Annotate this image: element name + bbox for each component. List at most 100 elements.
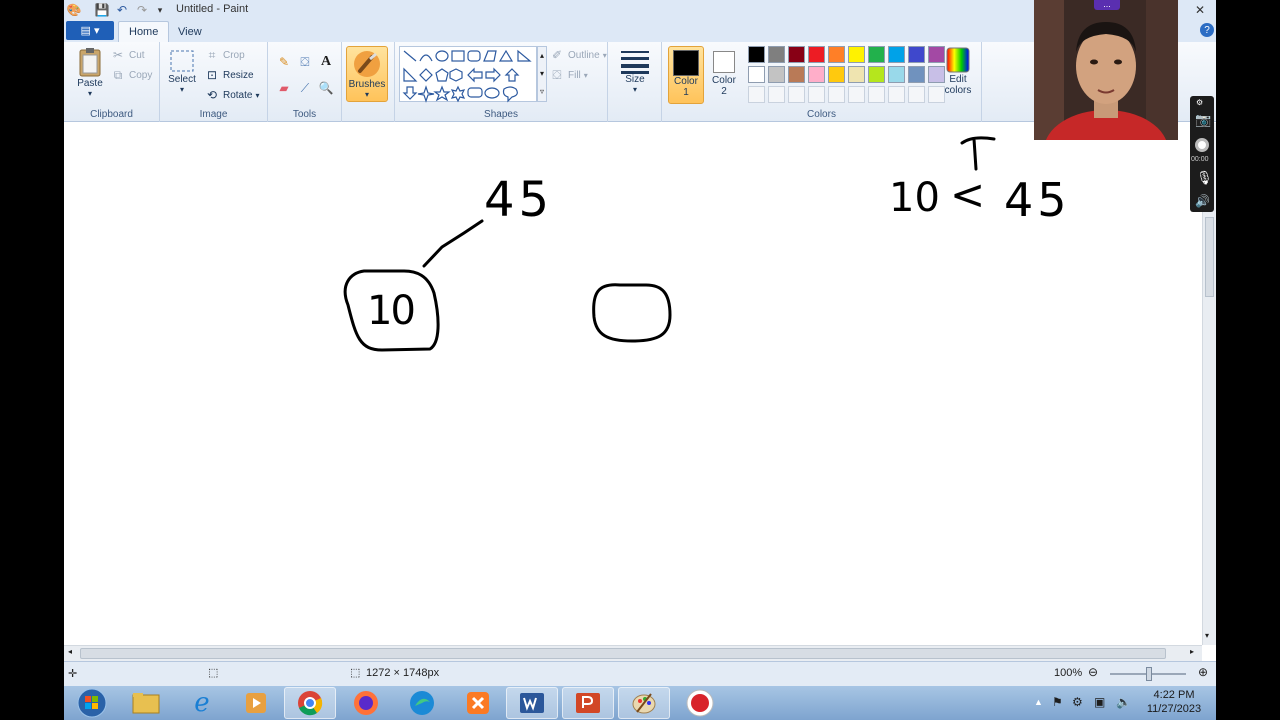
palette-custom-slot[interactable]: [888, 86, 905, 103]
palette-swatch[interactable]: [808, 66, 825, 83]
network-icon[interactable]: ▣: [1094, 695, 1105, 709]
save-icon[interactable]: 💾: [94, 2, 110, 18]
speaker-icon[interactable]: 🔊: [1195, 194, 1210, 208]
palette-custom-slot[interactable]: [788, 86, 805, 103]
palette-swatch[interactable]: [748, 66, 765, 83]
customize-qat-icon[interactable]: ▾: [152, 2, 168, 18]
rotate-button[interactable]: ⟲ Rotate ▾: [204, 86, 260, 104]
paint-app-icon[interactable]: 🎨: [66, 2, 82, 18]
file-menu-button[interactable]: ▤ ▾: [66, 21, 114, 40]
tray-app-icon[interactable]: ⚙: [1072, 695, 1083, 709]
webcam-menu-button[interactable]: ...: [1094, 0, 1120, 10]
eraser-icon[interactable]: ▰: [276, 80, 292, 96]
taskbar-word[interactable]: [506, 687, 558, 719]
brushes-button[interactable]: Brushes ▾: [346, 46, 388, 102]
camera-options-icon[interactable]: ⚙: [1196, 98, 1203, 107]
paste-button[interactable]: Paste ▾: [72, 46, 108, 98]
palette-swatch[interactable]: [868, 46, 885, 63]
taskbar-internet-explorer[interactable]: e: [176, 687, 228, 719]
taskbar-xampp[interactable]: [452, 687, 504, 719]
cut-button[interactable]: ✂ Cut: [110, 46, 145, 64]
crop-icon: ⌗: [208, 47, 216, 62]
camera-control-bar: ⚙ 📷 00:00 🎙 🔊: [1190, 96, 1214, 212]
chrome-icon: [298, 691, 323, 716]
taskbar-firefox[interactable]: [340, 687, 392, 719]
webcam-overlay[interactable]: ...: [1034, 0, 1178, 140]
palette-custom-slot[interactable]: [848, 86, 865, 103]
palette-swatch[interactable]: [888, 66, 905, 83]
palette-swatch[interactable]: [828, 66, 845, 83]
fill-bucket-icon[interactable]: ⛋: [297, 54, 313, 70]
clock[interactable]: 4:22 PM 11/27/2023: [1138, 688, 1210, 716]
taskbar-file-explorer[interactable]: [120, 687, 172, 719]
zoom-slider-thumb[interactable]: [1146, 667, 1152, 681]
help-icon[interactable]: ?: [1200, 23, 1214, 37]
horizontal-scroll-thumb[interactable]: [80, 648, 1166, 659]
outline-button[interactable]: ✐ Outline ▾: [549, 46, 607, 64]
scroll-down-icon[interactable]: ▾: [1205, 631, 1209, 640]
palette-custom-slot[interactable]: [748, 86, 765, 103]
palette-custom-slot[interactable]: [808, 86, 825, 103]
taskbar-edge[interactable]: [396, 687, 448, 719]
pencil-icon[interactable]: ✎: [276, 54, 292, 70]
microphone-icon[interactable]: 🎙: [1196, 170, 1213, 186]
scroll-right-icon[interactable]: ▸: [1190, 647, 1194, 656]
drawing-canvas[interactable]: 45 10 10 < 45: [64, 123, 1216, 636]
palette-swatch[interactable]: [908, 46, 925, 63]
taskbar-media-player[interactable]: [230, 687, 282, 719]
palette-custom-slot[interactable]: [768, 86, 785, 103]
palette-swatch[interactable]: [888, 46, 905, 63]
palette-custom-slot[interactable]: [868, 86, 885, 103]
edit-colors-button[interactable]: Edit colors: [940, 46, 976, 96]
fill-button[interactable]: ⛋ Fill ▾: [549, 66, 587, 84]
palette-swatch[interactable]: [908, 66, 925, 83]
text-tool-icon[interactable]: A: [318, 54, 334, 70]
horizontal-scrollbar[interactable]: ◂ ▸: [64, 645, 1202, 661]
record-button[interactable]: [1195, 138, 1209, 152]
palette-swatch[interactable]: [828, 46, 845, 63]
palette-custom-slot[interactable]: [828, 86, 845, 103]
vertical-scroll-thumb[interactable]: [1205, 217, 1214, 297]
color-picker-icon[interactable]: ⟋: [297, 80, 313, 96]
shapes-gallery[interactable]: [399, 46, 537, 103]
size-button[interactable]: Size ▾: [618, 48, 652, 94]
palette-swatch[interactable]: [848, 66, 865, 83]
palette-swatch[interactable]: [808, 46, 825, 63]
palette-swatch[interactable]: [748, 46, 765, 63]
show-hidden-icons[interactable]: ▲: [1034, 697, 1043, 707]
resize-button[interactable]: ⊡ Resize: [204, 66, 254, 84]
zoom-out-icon[interactable]: ⊖: [1088, 665, 1098, 679]
screenshot-icon[interactable]: 📷: [1195, 112, 1211, 128]
fill-icon: ⛋: [552, 67, 562, 82]
color2-button[interactable]: Color 2: [706, 46, 742, 104]
palette-swatch[interactable]: [768, 66, 785, 83]
tab-home[interactable]: Home: [118, 21, 170, 42]
taskbar-powerpoint[interactable]: [562, 687, 614, 719]
rotate-dropdown-icon: ▾: [255, 90, 260, 100]
taskbar-recorder[interactable]: [674, 687, 726, 719]
undo-icon[interactable]: ↶: [114, 2, 130, 18]
volume-icon[interactable]: 🔈: [1116, 695, 1131, 709]
crop-button[interactable]: ⌗ Crop: [204, 46, 245, 64]
scroll-left-icon[interactable]: ◂: [68, 647, 72, 656]
palette-custom-slot[interactable]: [908, 86, 925, 103]
palette-swatch[interactable]: [788, 66, 805, 83]
close-button[interactable]: ✕: [1186, 0, 1214, 20]
palette-swatch[interactable]: [788, 46, 805, 63]
copy-label: Copy: [129, 69, 153, 81]
tab-view[interactable]: View: [168, 21, 212, 42]
taskbar-paint[interactable]: [618, 687, 670, 719]
zoom-in-icon[interactable]: ⊕: [1198, 665, 1208, 679]
shapes-scroll[interactable]: ▴ ▾ ▿: [537, 46, 547, 102]
select-button[interactable]: Select ▾: [166, 48, 198, 94]
palette-swatch[interactable]: [768, 46, 785, 63]
magnifier-icon[interactable]: 🔍: [318, 80, 334, 96]
start-button[interactable]: [66, 687, 118, 719]
copy-button[interactable]: ⧉ Copy: [110, 66, 153, 84]
redo-icon[interactable]: ↷: [134, 2, 150, 18]
color1-button[interactable]: Color 1: [668, 46, 704, 104]
palette-swatch[interactable]: [868, 66, 885, 83]
tray-flag-icon[interactable]: ⚑: [1052, 695, 1063, 709]
palette-swatch[interactable]: [848, 46, 865, 63]
taskbar-chrome[interactable]: [284, 687, 336, 719]
